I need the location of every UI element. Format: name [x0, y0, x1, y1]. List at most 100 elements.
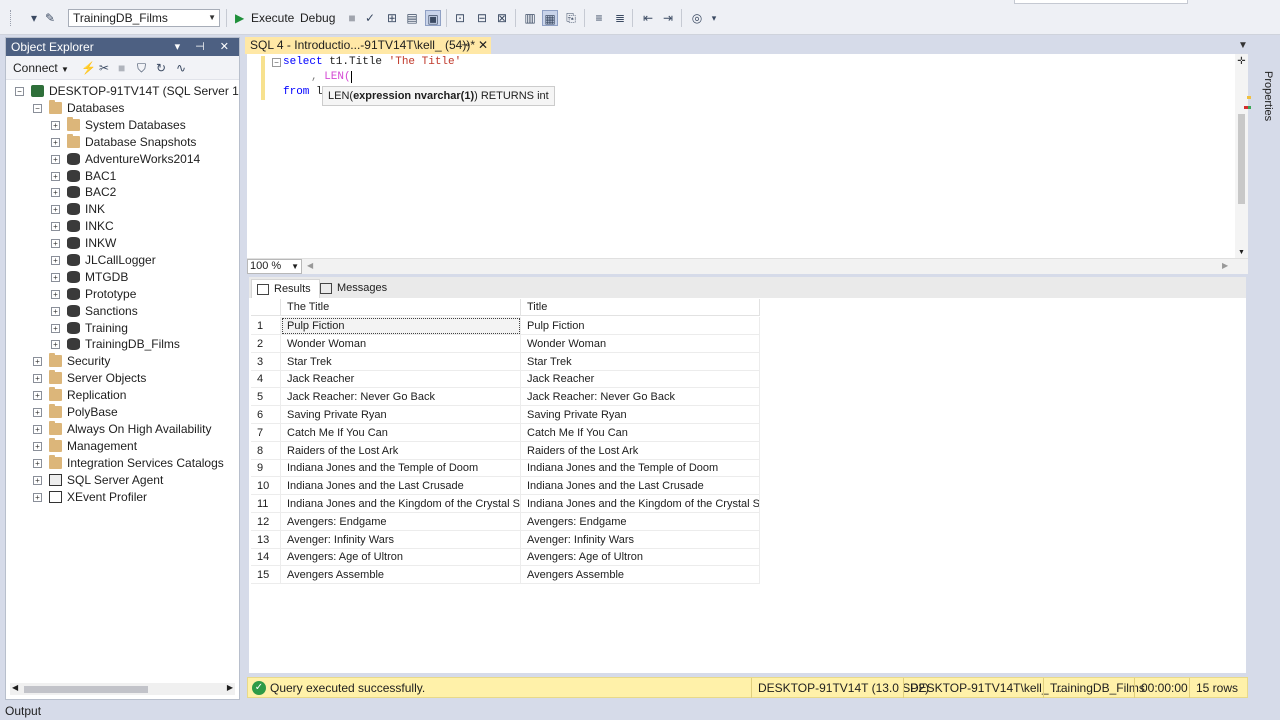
execute-button[interactable]: ▶ Execute [233, 10, 294, 26]
grid-cell[interactable]: Avengers Assemble [521, 566, 760, 584]
expand-icon[interactable]: + [51, 138, 60, 147]
tree-node[interactable]: + Security [6, 353, 239, 370]
grid-cell[interactable]: Indiana Jones and the Temple of Doom [521, 459, 760, 477]
row-number-cell[interactable]: 13 [251, 531, 281, 549]
parse-check-icon[interactable]: ✓ [362, 10, 378, 26]
grid-cell[interactable]: Catch Me If You Can [521, 424, 760, 442]
grid-cell[interactable]: Saving Private Ryan [521, 406, 760, 424]
specify-values-icon[interactable]: ◎ [689, 10, 705, 26]
filter-icon[interactable]: ⛉ [137, 61, 146, 76]
increase-indent-icon[interactable]: ⇥ [660, 10, 676, 26]
properties-tab[interactable]: Properties [1258, 71, 1274, 131]
row-number-cell[interactable]: 14 [251, 548, 281, 566]
grid-cell[interactable]: Jack Reacher: Never Go Back [521, 388, 760, 406]
query-options-icon[interactable]: ▤ [404, 10, 420, 26]
tree-node[interactable]: + INK [6, 201, 239, 218]
wrench-icon[interactable]: ✎ [42, 10, 58, 26]
grid-cell[interactable]: Avenger: Infinity Wars [521, 531, 760, 549]
row-number-header[interactable] [251, 299, 281, 316]
panel-window-controls[interactable]: ▾ ⊣ ✕ [175, 38, 235, 56]
grid-cell[interactable]: Jack Reacher [281, 370, 521, 388]
scroll-left-icon[interactable]: ◀ [12, 683, 18, 692]
stop-icon[interactable]: ■ [118, 61, 125, 75]
tree-node[interactable]: + JLCallLogger [6, 252, 239, 269]
tree-node[interactable]: + TrainingDB_Films [6, 336, 239, 353]
collapse-icon[interactable]: − [15, 87, 24, 96]
grid-cell[interactable]: Avengers: Age of Ultron [281, 548, 521, 566]
row-number-cell[interactable]: 8 [251, 442, 281, 460]
grid-cell[interactable]: Avengers: Endgame [521, 513, 760, 531]
scroll-down-icon[interactable]: ▼ [1238, 249, 1245, 256]
grid-cell[interactable]: Indiana Jones and the Last Crusade [521, 477, 760, 495]
grid-cell[interactable]: Jack Reacher [521, 370, 760, 388]
expand-icon[interactable]: + [33, 459, 42, 468]
grid-cell[interactable]: Indiana Jones and the Last Crusade [281, 477, 521, 495]
filter-icon[interactable]: ▾ [26, 10, 42, 26]
row-number-cell[interactable]: 1 [251, 317, 281, 335]
tree-node[interactable]: + Management [6, 438, 239, 455]
scrollbar-thumb[interactable] [1238, 114, 1245, 204]
results-grid-icon[interactable]: ▦ [542, 10, 558, 26]
expand-icon[interactable]: + [33, 476, 42, 485]
tree-node[interactable]: + AdventureWorks2014 [6, 151, 239, 168]
grid-cell[interactable]: Raiders of the Lost Ark [521, 442, 760, 460]
expand-icon[interactable]: + [51, 155, 60, 164]
query-editor[interactable]: − select t1.Title 'The Title' , LEN(​ fr… [247, 54, 1251, 258]
grid-cell[interactable]: Saving Private Ryan [281, 406, 521, 424]
column-header[interactable]: The Title [281, 299, 521, 316]
collapse-icon[interactable]: − [33, 104, 42, 113]
row-number-cell[interactable]: 3 [251, 353, 281, 371]
grid-cell[interactable]: Wonder Woman [281, 335, 521, 353]
grid-cell[interactable]: Jack Reacher: Never Go Back [281, 388, 521, 406]
outline-collapse-icon[interactable]: − [272, 58, 281, 67]
row-number-cell[interactable]: 5 [251, 388, 281, 406]
toolbar-overflow-icon[interactable]: ▾ [706, 10, 722, 26]
disconnect-icon[interactable]: ✂ [99, 61, 109, 75]
grid-cell[interactable]: Star Trek [281, 353, 521, 371]
tree-node[interactable]: + INKW [6, 235, 239, 252]
tree-node[interactable]: + XEvent Profiler [6, 489, 239, 506]
scroll-right-icon[interactable]: ▶ [1222, 261, 1228, 270]
grid-cell[interactable]: Avenger: Infinity Wars [281, 531, 521, 549]
tree-node[interactable]: + Prototype [6, 286, 239, 303]
scroll-right-icon[interactable]: ▶ [227, 683, 233, 692]
scroll-left-icon[interactable]: ◀ [307, 261, 313, 270]
comment-icon[interactable]: ≡ [591, 10, 607, 26]
pin-icon[interactable]: ⊸ [461, 37, 469, 54]
uncomment-icon[interactable]: ≣ [612, 10, 628, 26]
estimated-plan-icon[interactable]: ⊞ [384, 10, 400, 26]
tree-node[interactable]: − Databases [6, 100, 239, 117]
expand-icon[interactable]: + [33, 357, 42, 366]
grid-cell[interactable]: Wonder Woman [521, 335, 760, 353]
tree-node[interactable]: + Database Snapshots [6, 134, 239, 151]
quick-launch-search[interactable] [1014, 0, 1188, 4]
row-number-cell[interactable]: 15 [251, 566, 281, 584]
expand-icon[interactable]: + [33, 408, 42, 417]
grid-cell[interactable]: Star Trek [521, 353, 760, 371]
tab-messages[interactable]: Messages [315, 279, 395, 298]
column-header[interactable]: Title [521, 299, 760, 316]
results-to-grid-icon[interactable]: ▣ [425, 10, 441, 26]
activity-monitor-icon[interactable]: ∿ [176, 61, 186, 75]
expand-icon[interactable]: + [51, 340, 60, 349]
scrollbar-thumb[interactable] [24, 686, 148, 693]
expand-icon[interactable]: + [51, 273, 60, 282]
expand-icon[interactable]: + [33, 442, 42, 451]
horizontal-scrollbar[interactable]: ◀ ▶ [10, 683, 235, 695]
tree-node[interactable]: + Integration Services Catalogs [6, 455, 239, 472]
grid-cell[interactable]: Avengers Assemble [281, 566, 521, 584]
tree-node[interactable]: + MTGDB [6, 269, 239, 286]
tab-list-menu-icon[interactable]: ▼ [1238, 40, 1248, 51]
intellisense-icon[interactable]: ⊡ [452, 10, 468, 26]
expand-icon[interactable]: + [51, 324, 60, 333]
tree-node[interactable]: + Training [6, 320, 239, 337]
tree-node[interactable]: + PolyBase [6, 404, 239, 421]
results-to-text-icon[interactable]: ▥ [522, 10, 538, 26]
grid-cell[interactable]: Pulp Fiction [521, 317, 760, 335]
expand-icon[interactable]: + [33, 425, 42, 434]
toolbar-grip[interactable] [10, 10, 13, 26]
expand-icon[interactable]: + [51, 239, 60, 248]
row-number-cell[interactable]: 2 [251, 335, 281, 353]
row-number-cell[interactable]: 12 [251, 513, 281, 531]
debug-button[interactable]: Debug [300, 10, 335, 26]
